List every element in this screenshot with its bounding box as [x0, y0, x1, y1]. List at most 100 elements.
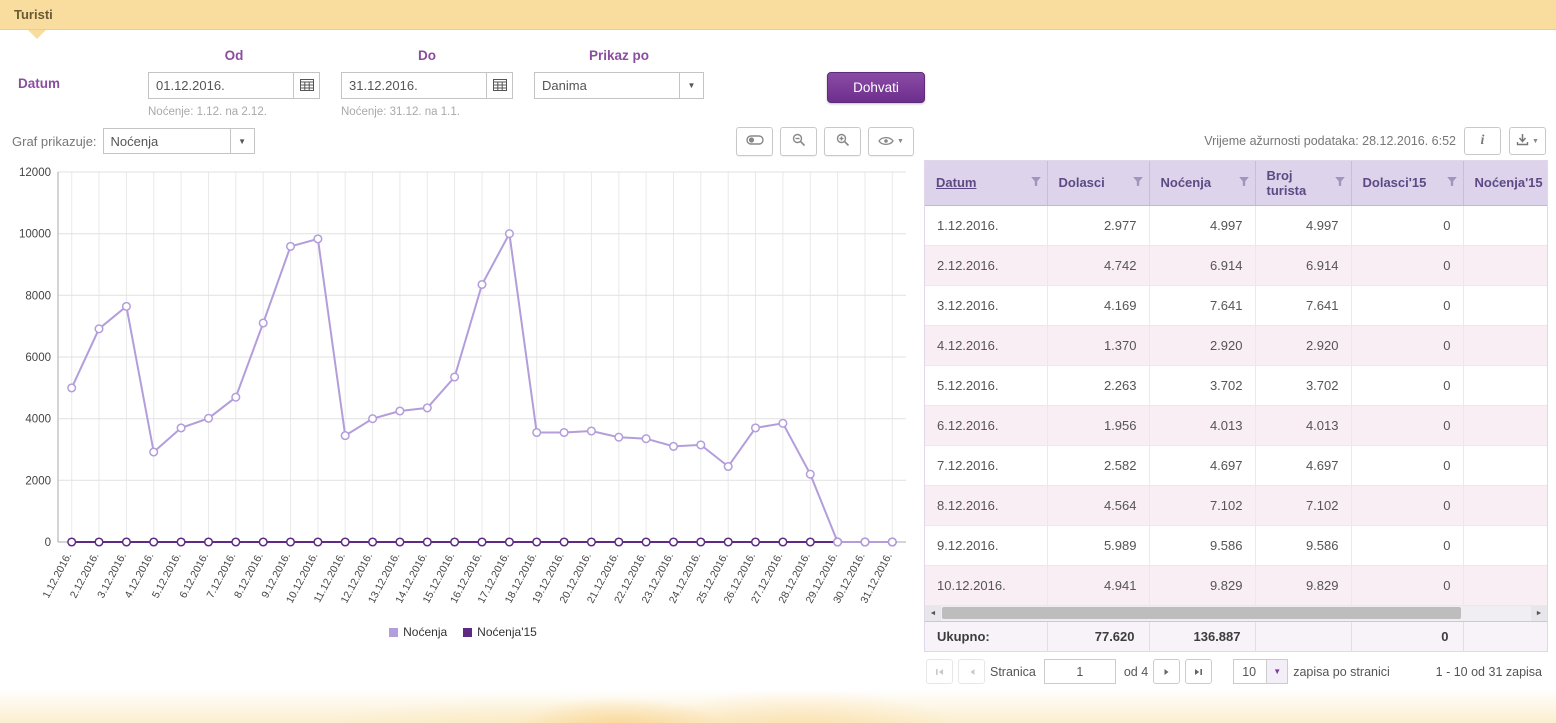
filter-icon[interactable] — [1130, 173, 1146, 192]
do-date-input[interactable] — [342, 73, 486, 98]
table-cell: 3.702 — [1149, 365, 1255, 405]
filter-icon[interactable] — [1444, 173, 1460, 192]
chevron-down-icon: ▼ — [1532, 138, 1539, 145]
scrollbar-track[interactable] — [941, 606, 1531, 621]
table-info-row: Vrijeme ažurnosti podataka: 28.12.2016. … — [924, 122, 1548, 160]
chevron-down-icon[interactable]: ▼ — [679, 73, 703, 98]
totals-cell: 77.620 — [1047, 622, 1149, 651]
column-header-label: Dolasci — [1059, 175, 1105, 190]
table-row[interactable]: 3.12.2016.4.1697.6417.6410 — [925, 285, 1548, 325]
table-cell: 9.829 — [1149, 565, 1255, 605]
table-row[interactable]: 8.12.2016.4.5647.1027.1020 — [925, 485, 1548, 525]
table-cell: 4.742 — [1047, 245, 1149, 285]
next-page-button[interactable] — [1153, 659, 1180, 684]
table-row[interactable]: 9.12.2016.5.9899.5869.5860 — [925, 525, 1548, 565]
svg-text:8000: 8000 — [25, 290, 51, 302]
table-cell: 0 — [1351, 325, 1463, 365]
column-header-dolasci-15[interactable]: Dolasci'15 — [1351, 161, 1463, 205]
first-page-button[interactable] — [926, 659, 953, 684]
zoom-out-icon — [792, 133, 806, 150]
table-row[interactable]: 10.12.2016.4.9419.8299.8290 — [925, 565, 1548, 605]
table-row[interactable]: 4.12.2016.1.3702.9202.9200 — [925, 325, 1548, 365]
info-icon: i — [1481, 133, 1485, 149]
filter-icon[interactable] — [1236, 173, 1252, 192]
scrollbar-thumb[interactable] — [942, 607, 1461, 619]
column-header-no-enja[interactable]: Noćenja — [1149, 161, 1255, 205]
horizontal-scrollbar[interactable]: ◄ ► — [924, 606, 1548, 621]
filter-icon[interactable] — [1332, 173, 1348, 192]
table-cell: 9.586 — [1149, 525, 1255, 565]
prikaz-selected-value: Danima — [535, 73, 679, 98]
table-cell: 2.920 — [1255, 325, 1351, 365]
chart-canvas[interactable]: 0200040006000800010000120001.12.2016.2.1… — [12, 160, 912, 622]
totals-label: Ukupno: — [925, 622, 1047, 651]
table-cell: 8.12.2016. — [925, 485, 1047, 525]
series-visibility-button[interactable]: ▼ — [868, 127, 914, 156]
legend-item[interactable]: Noćenja'15 — [463, 625, 537, 639]
tab-turisti[interactable]: Turisti — [14, 7, 53, 22]
info-button[interactable]: i — [1464, 127, 1501, 155]
last-page-button[interactable] — [1185, 659, 1212, 684]
table-cell: 0 — [1351, 405, 1463, 445]
table-row[interactable]: 2.12.2016.4.7426.9146.9140 — [925, 245, 1548, 285]
pagination-bar: Stranica od 4 10 ▼ zapisa po stranici 1 … — [924, 652, 1548, 692]
table-cell — [1463, 285, 1548, 325]
prikaz-select[interactable]: Danima ▼ — [534, 72, 704, 99]
zoom-out-button[interactable] — [780, 127, 817, 156]
column-header-dolasci[interactable]: Dolasci — [1047, 161, 1149, 205]
table-cell: 4.564 — [1047, 485, 1149, 525]
od-date-input[interactable] — [149, 73, 293, 98]
table-cell: 0 — [1351, 365, 1463, 405]
dohvati-button[interactable]: Dohvati — [827, 72, 925, 103]
table-cell — [1463, 365, 1548, 405]
column-header-label: Noćenja — [1161, 175, 1212, 190]
table-cell: 9.829 — [1255, 565, 1351, 605]
chevron-down-icon[interactable]: ▼ — [230, 129, 254, 153]
table-cell: 5.12.2016. — [925, 365, 1047, 405]
scroll-left-arrow[interactable]: ◄ — [925, 606, 941, 621]
filter-area: Datum Od Noćenje: 1.12. na 2.12. Do Noće… — [0, 30, 1556, 118]
table-cell: 0 — [1351, 285, 1463, 325]
prev-page-button[interactable] — [958, 659, 985, 684]
zoom-in-button[interactable] — [824, 127, 861, 156]
filter-icon[interactable] — [1028, 173, 1044, 192]
graf-select[interactable]: Noćenja ▼ — [103, 128, 255, 154]
nocenja-chart[interactable]: 0200040006000800010000120001.12.2016.2.1… — [12, 160, 914, 627]
table-cell: 4.12.2016. — [925, 325, 1047, 365]
table-row[interactable]: 1.12.2016.2.9774.9974.9970 — [925, 205, 1548, 245]
table-cell: 7.102 — [1255, 485, 1351, 525]
svg-text:4000: 4000 — [25, 414, 51, 426]
table-row[interactable]: 6.12.2016.1.9564.0134.0130 — [925, 405, 1548, 445]
table-cell: 0 — [1351, 525, 1463, 565]
table-row[interactable]: 7.12.2016.2.5824.6974.6970 — [925, 445, 1548, 485]
app-header: Turisti — [0, 0, 1556, 30]
per-page-label: zapisa po stranici — [1293, 665, 1390, 679]
graf-selected-value: Noćenja — [104, 129, 230, 153]
table-row[interactable]: 5.12.2016.2.2633.7023.7020 — [925, 365, 1548, 405]
column-header-broj-turista[interactable]: Broj turista — [1255, 161, 1351, 205]
od-date-field — [148, 72, 320, 99]
column-header-no-enja-15[interactable]: Noćenja'15 — [1463, 161, 1548, 205]
export-button[interactable]: ▼ — [1509, 127, 1546, 155]
page-number-input[interactable] — [1044, 659, 1116, 684]
scroll-right-arrow[interactable]: ► — [1531, 606, 1547, 621]
pan-toggle-button[interactable] — [736, 127, 773, 156]
table-header-row: Datum Dolasci Noćenja Broj turistaDolasci'1… — [925, 161, 1548, 205]
tab-pointer — [28, 30, 46, 39]
svg-text:0: 0 — [45, 537, 51, 549]
table-cell: 0 — [1351, 485, 1463, 525]
chevron-down-icon: ▼ — [897, 138, 904, 145]
od-calendar-button[interactable] — [293, 73, 319, 98]
prikaz-group: Prikaz po Danima ▼ — [534, 48, 709, 99]
chevron-down-icon[interactable]: ▼ — [1266, 660, 1287, 683]
column-header-datum[interactable]: Datum — [925, 161, 1047, 205]
do-calendar-button[interactable] — [486, 73, 512, 98]
table-cell — [1463, 245, 1548, 285]
download-icon — [1516, 133, 1529, 149]
table-cell — [1463, 525, 1548, 565]
table-cell — [1463, 485, 1548, 525]
graf-prikazuje-label: Graf prikazuje: — [12, 134, 97, 149]
filter-icon[interactable] — [1546, 173, 1549, 192]
legend-item[interactable]: Noćenja — [389, 625, 447, 639]
per-page-select[interactable]: 10 ▼ — [1233, 659, 1288, 684]
